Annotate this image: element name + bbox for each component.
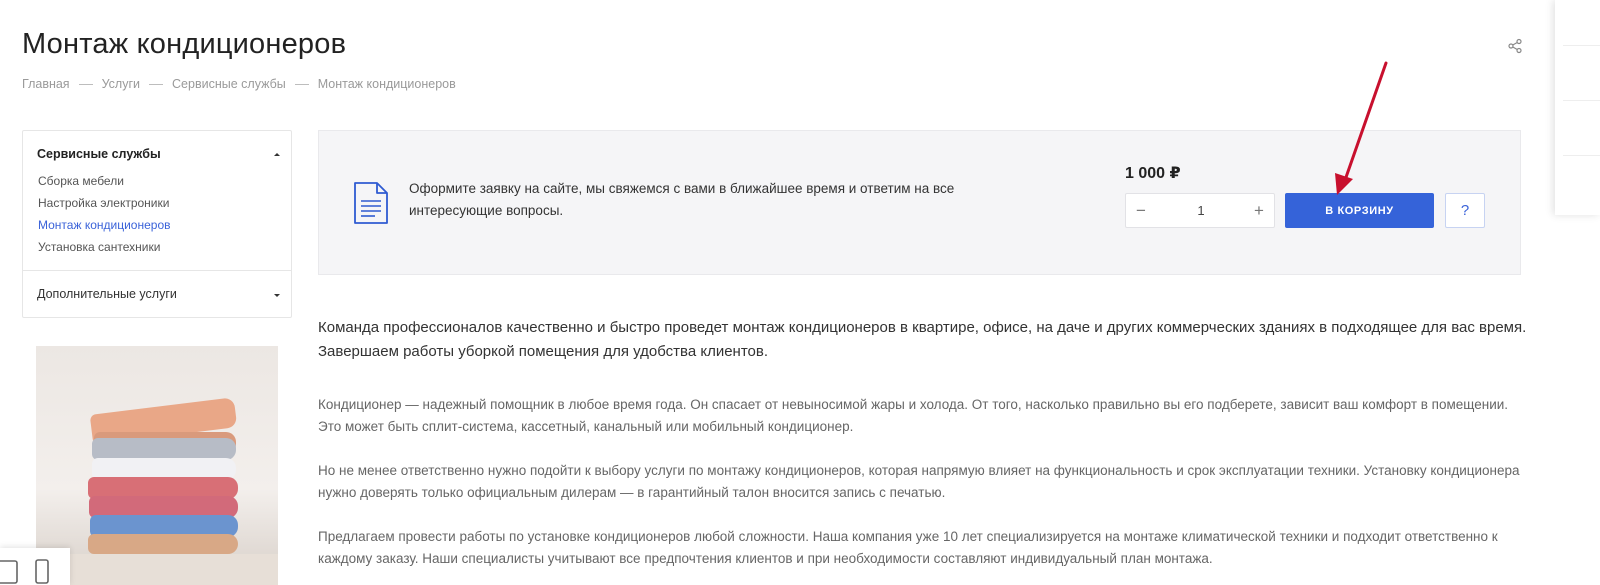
- menu-divider: [23, 270, 291, 271]
- breadcrumb-separator: [149, 83, 164, 85]
- panel-divider: [1563, 100, 1600, 101]
- document-icon: [354, 182, 388, 224]
- page-title: Монтаж кондиционеров: [22, 28, 347, 60]
- caret-down-icon[interactable]: [274, 294, 280, 297]
- description-paragraph: Но не менее ответственно нужно подойти к…: [318, 463, 1520, 500]
- sidebar-item-air-conditioning[interactable]: Монтаж кондиционеров: [38, 218, 171, 232]
- caret-up-icon[interactable]: [274, 153, 280, 156]
- breadcrumb: Главная Услуги Сервисные службы Монтаж к…: [22, 77, 456, 91]
- mobile-toolbar[interactable]: [0, 548, 70, 585]
- panel-divider: [1563, 45, 1600, 46]
- promo-image-towels[interactable]: [36, 346, 278, 585]
- description-paragraph: Кондиционер — надежный помощник в любое …: [318, 397, 1509, 434]
- panel-divider: [1563, 155, 1600, 156]
- order-text: Оформите заявку на сайте, мы свяжемся с …: [409, 181, 955, 218]
- sidebar-item-additional-services[interactable]: Дополнительные услуги: [37, 287, 177, 301]
- share-icon[interactable]: [1507, 38, 1523, 54]
- add-to-cart-button[interactable]: В КОРЗИНУ: [1285, 193, 1434, 228]
- lead-paragraph: Команда профессионалов качественно и быс…: [318, 319, 1527, 360]
- breadcrumb-service-desks[interactable]: Сервисные службы: [172, 77, 286, 91]
- breadcrumb-separator: [294, 83, 309, 85]
- breadcrumb-home[interactable]: Главная: [22, 77, 70, 91]
- side-widget-panel[interactable]: [1555, 0, 1600, 215]
- sidebar-menu: Сервисные службы Сборка мебели Настройка…: [22, 130, 292, 318]
- quantity-stepper[interactable]: − +: [1125, 193, 1275, 228]
- table-surface: [36, 554, 278, 585]
- sidebar-item-electronics[interactable]: Настройка электроники: [38, 196, 169, 210]
- help-button[interactable]: ?: [1445, 193, 1485, 228]
- order-panel: Оформите заявку на сайте, мы свяжемся с …: [318, 130, 1521, 275]
- price: 1 000 ₽: [1125, 165, 1181, 182]
- towel: [88, 534, 238, 554]
- breadcrumb-services[interactable]: Услуги: [102, 77, 140, 91]
- breadcrumb-current: Монтаж кондиционеров: [317, 77, 456, 91]
- description-paragraph: Предлагаем провести работы по установке …: [318, 529, 1498, 566]
- sidebar-item-plumbing[interactable]: Установка сантехники: [38, 240, 160, 254]
- quantity-input[interactable]: [1166, 194, 1236, 227]
- quantity-minus-button[interactable]: −: [1126, 194, 1156, 227]
- sidebar-menu-title[interactable]: Сервисные службы: [37, 147, 161, 161]
- quantity-plus-button[interactable]: +: [1244, 194, 1274, 227]
- sidebar-item-furniture[interactable]: Сборка мебели: [38, 174, 124, 188]
- towel: [92, 438, 236, 460]
- breadcrumb-separator: [78, 83, 93, 85]
- device-icons: [0, 559, 49, 584]
